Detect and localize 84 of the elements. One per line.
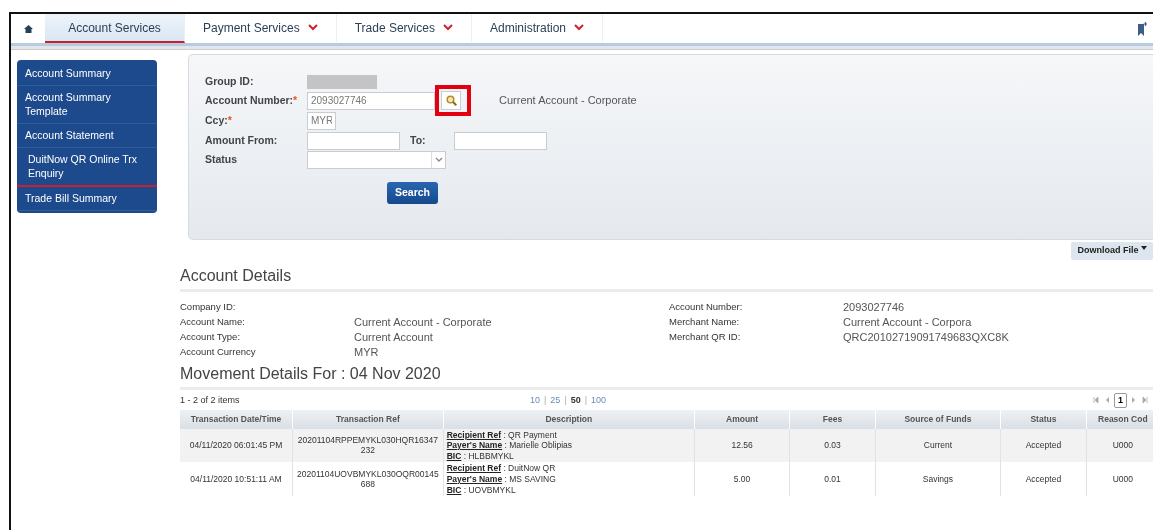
amount-from-field[interactable] <box>307 131 400 150</box>
detail-value: 2093027746 <box>843 299 905 315</box>
page-size-link[interactable]: 25 <box>550 393 561 408</box>
table-cell: 0.01 <box>789 462 876 497</box>
column-header: Fees <box>789 409 876 429</box>
detail-value: Current Account <box>354 329 433 345</box>
separator: | <box>584 393 588 407</box>
detail-value: QRC20102719091749683QXC8K <box>843 329 1009 345</box>
description-line: BIC : HLBBMYKL <box>446 450 515 462</box>
home-icon <box>23 24 33 33</box>
bookmark-icon[interactable] <box>1138 22 1147 37</box>
page-number-button[interactable]: 1 <box>1114 392 1127 409</box>
detail-label: Merchant Name: <box>669 314 741 329</box>
table-cell: Accepted <box>1000 462 1087 497</box>
detail-label: Merchant QR ID: <box>669 329 742 344</box>
amount-to-field[interactable] <box>453 131 547 150</box>
description-line: BIC : UOVBMYKL <box>446 484 517 496</box>
detail-value: MYR <box>354 344 379 360</box>
page-size-link[interactable]: 100 <box>591 393 607 408</box>
caret-icon <box>434 157 443 162</box>
search-submit-button[interactable]: Search <box>387 182 439 204</box>
separator: | <box>544 393 547 407</box>
download-button[interactable]: Download File <box>1071 242 1153 260</box>
search-button[interactable] <box>441 91 461 110</box>
section-heading: Account Details <box>180 263 1153 292</box>
table-cell: 04/11/2020 06:01:45 PM <box>180 428 293 463</box>
field-label: Amount From: <box>205 132 279 148</box>
table-cell: 20201104UOVBMYKL030OQR00145688 <box>292 462 444 497</box>
next-page-icon <box>1130 397 1136 404</box>
detail-label: Account Currency <box>180 344 257 359</box>
detail-value: Current Account - Corpora <box>843 314 972 330</box>
description-line: Recipient Ref : DuitNow QR <box>446 463 557 474</box>
column-header: Description <box>443 409 695 429</box>
sidebar-item[interactable]: DuitNow QR Online Trx Enquiry <box>17 147 157 188</box>
column-header: Source of Funds <box>875 409 1001 429</box>
account-number-field[interactable]: 2093027746 <box>307 91 435 110</box>
section-heading: Movement Details For : 04 Nov 2020 <box>180 361 1153 390</box>
first-page-icon <box>1093 397 1099 404</box>
field-label: Status <box>205 151 239 167</box>
separator: | <box>564 393 567 407</box>
description-line: Payer's Name : Marielle Oblipias <box>446 440 574 451</box>
sidebar-item[interactable]: Account Statement <box>17 124 157 148</box>
table-cell: U000 <box>1086 462 1153 497</box>
description-line: Payer's Name : MS SAVING <box>446 474 557 485</box>
field-label: To: <box>410 132 426 148</box>
detail-label: Account Name: <box>180 314 246 329</box>
column-header: Reason Cod <box>1086 409 1153 429</box>
column-header: Transaction Date/Time <box>180 409 293 429</box>
sidebar-item[interactable]: Account Summary Template <box>17 85 157 125</box>
table-cell: U000 <box>1086 428 1153 463</box>
caret-icon <box>1141 246 1147 250</box>
field-label: Group ID: <box>205 73 255 89</box>
detail-label: Account Number: <box>669 299 744 314</box>
table-cell: Current <box>875 428 1001 463</box>
table-cell: 0.03 <box>789 428 876 463</box>
table-cell: Savings <box>875 462 1001 497</box>
items-count: 1 - 2 of 2 items <box>180 393 241 407</box>
column-header: Status <box>1000 409 1087 429</box>
search-icon <box>445 95 457 106</box>
detail-label: Account Type: <box>180 329 242 344</box>
field-label: Account Number:* <box>205 92 299 108</box>
page-size-link[interactable]: 50 <box>570 393 581 408</box>
previous-page-icon <box>1105 397 1111 404</box>
table-cell: 5.00 <box>694 462 790 497</box>
nav-tab[interactable]: Account Services <box>45 14 185 43</box>
required-asterisk: * <box>293 93 298 106</box>
table-cell: Accepted <box>1000 428 1087 463</box>
column-header: Transaction Ref <box>292 409 444 429</box>
field-label: Ccy:* <box>205 112 233 128</box>
sidebar-item[interactable]: Account Summary <box>17 62 157 86</box>
status-select[interactable] <box>307 150 446 169</box>
page-size-link[interactable]: 10 <box>530 393 540 408</box>
detail-label: Company ID: <box>180 299 237 314</box>
table-cell: 12.56 <box>694 428 790 463</box>
description-line: Recipient Ref : QR Payment <box>446 429 558 441</box>
sidebar-item[interactable]: Trade Bill Summary <box>17 187 157 211</box>
account-description: Current Account - Corporate <box>499 93 637 109</box>
table-cell: 20201104RPPEMYKL030HQR16347232 <box>292 428 444 463</box>
detail-value: Current Account - Corporate <box>354 314 492 330</box>
currency-field[interactable]: MYR <box>307 111 336 130</box>
last-page-icon <box>1142 397 1148 404</box>
table-cell: 04/11/2020 10:51:11 AM <box>180 462 293 497</box>
column-header: Amount <box>694 409 790 429</box>
required-asterisk: * <box>227 113 232 126</box>
